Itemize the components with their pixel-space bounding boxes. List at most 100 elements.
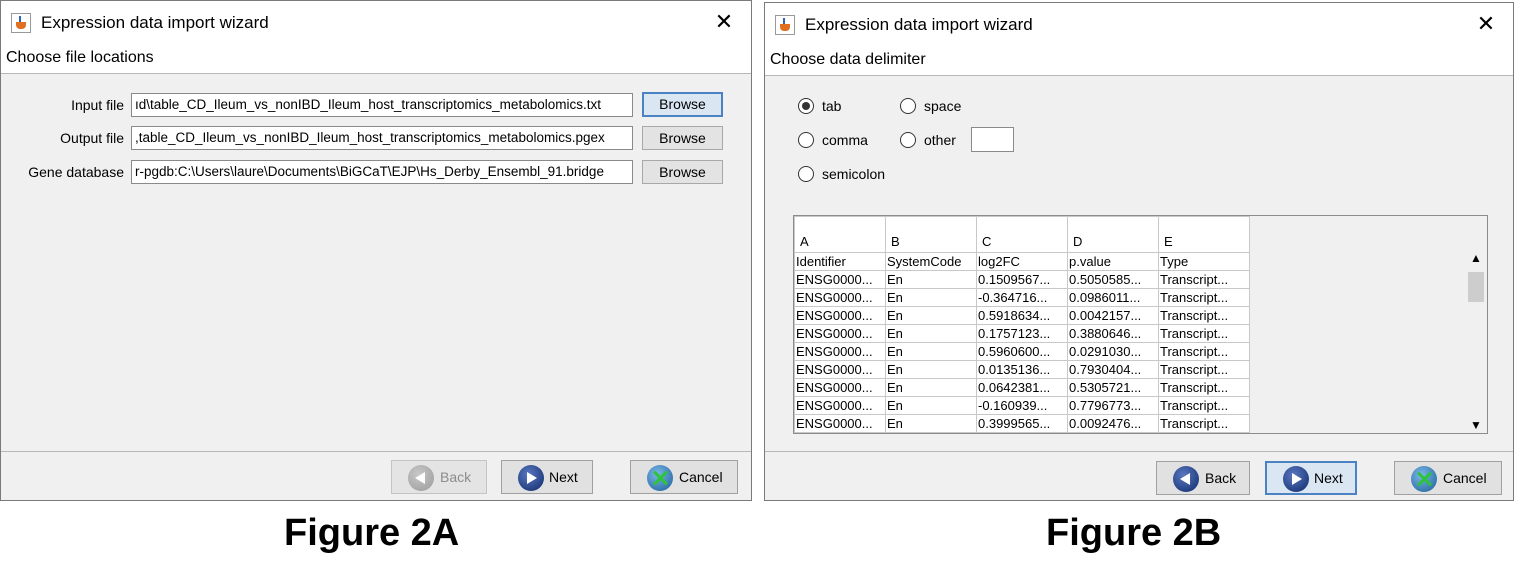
divider xyxy=(765,75,1513,76)
input-file-field[interactable]: ıd\table_CD_Ileum_vs_nonIBD_Ileum_host_t… xyxy=(131,93,633,117)
table-cell: Transcript... xyxy=(1158,360,1250,379)
table-cell: En xyxy=(885,378,977,397)
column-letter: A xyxy=(794,216,886,253)
back-button[interactable]: Back xyxy=(1156,461,1250,495)
table-row: ENSG0000... En 0.0135136... 0.7930404... Tra… xyxy=(794,360,1250,379)
scroll-thumb[interactable] xyxy=(1468,272,1484,302)
table-cell: En xyxy=(885,360,977,379)
radio-icon xyxy=(798,132,814,148)
table-cell: 0.3999565... xyxy=(976,414,1068,433)
step-header: Choose file locations xyxy=(1,45,751,73)
cancel-button[interactable]: Cancel xyxy=(1394,461,1502,495)
table-cell: 0.3880646... xyxy=(1067,324,1159,343)
table-cell: 0.0135136... xyxy=(976,360,1068,379)
next-button[interactable]: Next xyxy=(1265,461,1357,495)
table-cell: ENSG0000... xyxy=(794,288,886,307)
data-preview-table: A B C D E Identifier SystemCode log2FC p.va… xyxy=(793,215,1488,434)
column-letter: E xyxy=(1158,216,1250,253)
table-cell: 0.5960600... xyxy=(976,342,1068,361)
table-cell: 0.1757123... xyxy=(976,324,1068,343)
next-arrow-icon xyxy=(518,465,544,491)
title-bar: Expression data import wizard ✕ xyxy=(765,3,1513,47)
divider xyxy=(1,451,751,452)
table-row: ENSG0000... En 0.5918634... 0.0042157... Tra… xyxy=(794,306,1250,325)
table-cell: Transcript... xyxy=(1158,378,1250,397)
table-cell: En xyxy=(885,396,977,415)
column-letter-row: A B C D E xyxy=(794,216,1250,253)
table-row: ENSG0000... En -0.160939... 0.7796773... Tra… xyxy=(794,396,1250,415)
table-cell: ENSG0000... xyxy=(794,324,886,343)
back-label: Back xyxy=(1205,470,1237,486)
cancel-icon xyxy=(647,465,673,491)
figure-caption-b: Figure 2B xyxy=(1046,512,1222,554)
table-cell: Transcript... xyxy=(1158,324,1250,343)
radio-selected-icon xyxy=(798,98,814,114)
table-cell: Transcript... xyxy=(1158,396,1250,415)
radio-icon xyxy=(900,98,916,114)
table-row: ENSG0000... En 0.5960600... 0.0291030... Tra… xyxy=(794,342,1250,361)
back-label: Back xyxy=(440,469,472,485)
next-label: Next xyxy=(1314,470,1343,486)
next-button[interactable]: Next xyxy=(501,460,593,494)
scroll-up-icon[interactable]: ▲ xyxy=(1465,250,1487,266)
back-arrow-icon xyxy=(408,465,434,491)
table-cell: Transcript... xyxy=(1158,342,1250,361)
table-cell: 0.0291030... xyxy=(1067,342,1159,361)
table-cell: En xyxy=(885,414,977,433)
scroll-down-icon[interactable]: ▼ xyxy=(1465,417,1487,433)
table-cell: 0.0092476... xyxy=(1067,414,1159,433)
table-cell: -0.160939... xyxy=(976,396,1068,415)
radio-label: semicolon xyxy=(822,166,886,182)
java-app-icon xyxy=(775,15,795,35)
back-arrow-icon xyxy=(1173,466,1199,492)
window-title: Expression data import wizard xyxy=(41,13,269,32)
table-cell: En xyxy=(885,342,977,361)
close-icon[interactable]: ✕ xyxy=(1473,11,1499,37)
table-header-cell: p.value xyxy=(1067,252,1159,271)
cancel-button[interactable]: Cancel xyxy=(630,460,738,494)
table-header-cell: Type xyxy=(1158,252,1250,271)
next-arrow-icon xyxy=(1283,466,1309,492)
other-delimiter-input[interactable] xyxy=(971,127,1014,152)
step-header: Choose data delimiter xyxy=(765,47,1513,75)
table-row: ENSG0000... En 0.1757123... 0.3880646... Tra… xyxy=(794,324,1250,343)
table-cell: 0.1509567... xyxy=(976,270,1068,289)
vertical-scrollbar[interactable]: ▲ ▼ xyxy=(1465,250,1487,433)
table-header-row: Identifier SystemCode log2FC p.value Type xyxy=(794,252,1250,271)
gene-database-label: Gene database xyxy=(28,164,124,180)
import-wizard-dialog-b: Expression data import wizard ✕ Choose d… xyxy=(764,2,1514,501)
close-icon[interactable]: ✕ xyxy=(711,9,737,35)
back-button[interactable]: Back xyxy=(391,460,487,494)
output-file-label: Output file xyxy=(60,130,124,146)
radio-label: comma xyxy=(822,132,868,148)
table-cell: Transcript... xyxy=(1158,270,1250,289)
table-header-cell: log2FC xyxy=(976,252,1068,271)
gene-database-browse-button[interactable]: Browse xyxy=(642,160,723,184)
cancel-label: Cancel xyxy=(1443,470,1487,486)
table-cell: Transcript... xyxy=(1158,288,1250,307)
table-cell: En xyxy=(885,270,977,289)
table-header-cell: SystemCode xyxy=(885,252,977,271)
preview-grid: A B C D E Identifier SystemCode log2FC p.va… xyxy=(794,216,1250,433)
table-header-cell: Identifier xyxy=(794,252,886,271)
table-cell: ENSG0000... xyxy=(794,270,886,289)
table-cell: ENSG0000... xyxy=(794,306,886,325)
table-cell: ENSG0000... xyxy=(794,378,886,397)
divider xyxy=(765,451,1513,452)
table-cell: Transcript... xyxy=(1158,306,1250,325)
table-row: ENSG0000... En 0.0642381... 0.5305721... Tra… xyxy=(794,378,1250,397)
output-file-browse-button[interactable]: Browse xyxy=(642,126,723,150)
next-label: Next xyxy=(549,469,578,485)
output-file-field[interactable]: ,table_CD_Ileum_vs_nonIBD_Ileum_host_tra… xyxy=(131,126,633,150)
column-letter: B xyxy=(885,216,977,253)
table-cell: Transcript... xyxy=(1158,414,1250,433)
table-cell: 0.0642381... xyxy=(976,378,1068,397)
table-row: ENSG0000... En -0.364716... 0.0986011... Tra… xyxy=(794,288,1250,307)
gene-database-field[interactable]: r-pgdb:C:\Users\laure\Documents\BiGCaT\E… xyxy=(131,160,633,184)
input-file-browse-button[interactable]: Browse xyxy=(642,92,723,117)
table-cell: 0.7796773... xyxy=(1067,396,1159,415)
radio-label: tab xyxy=(822,98,842,114)
cancel-icon xyxy=(1411,466,1437,492)
radio-label: space xyxy=(924,98,962,114)
cancel-label: Cancel xyxy=(679,469,723,485)
